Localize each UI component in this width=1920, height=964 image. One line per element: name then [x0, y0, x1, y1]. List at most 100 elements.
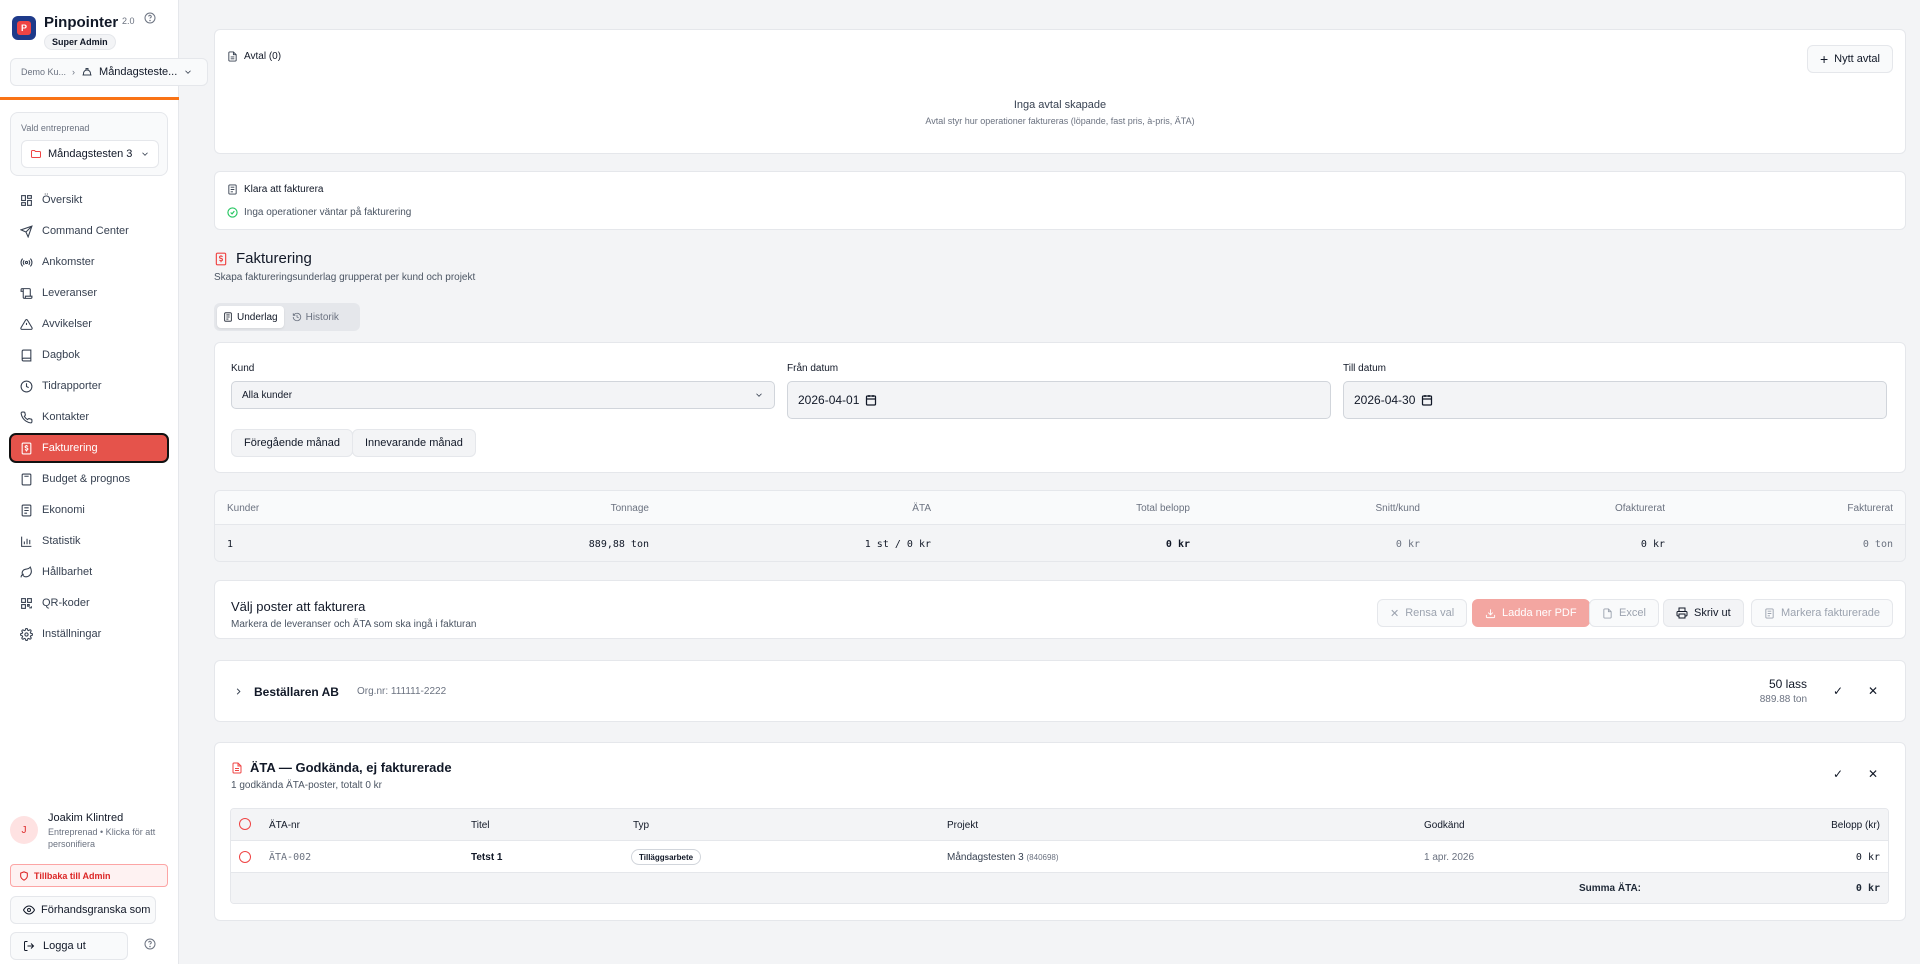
avatar: J: [10, 816, 38, 844]
nav-item-avvikelser[interactable]: Avvikelser: [10, 310, 168, 338]
nav-item-hallbarhet[interactable]: Hållbarhet: [10, 558, 168, 586]
nav-item-budget[interactable]: Budget & prognos: [10, 465, 168, 493]
nav-item-command-center[interactable]: Command Center: [10, 217, 168, 245]
stats-header-kunder: Kunder: [227, 503, 260, 514]
deselect-all-close-icon[interactable]: ✕: [1868, 767, 1878, 781]
app-logo: P: [12, 16, 36, 40]
ata-title-text: ÄTA — Godkända, ej fakturerade: [250, 760, 452, 775]
nav-item-ekonomi[interactable]: Ekonomi: [10, 496, 168, 524]
clear-selection-button[interactable]: ✕ Rensa val: [1377, 599, 1468, 627]
current-month-button[interactable]: Innevarande månad: [352, 429, 476, 457]
deselect-all-close-icon[interactable]: ✕: [1868, 684, 1878, 698]
previous-month-label: Föregående månad: [244, 437, 341, 449]
selected-contract-card: Vald entreprenad Måndagstesten 3: [10, 112, 168, 176]
folder-icon: [31, 150, 41, 158]
select-all-check-icon[interactable]: ✓: [1833, 684, 1843, 698]
back-to-admin-button[interactable]: Tillbaka till Admin: [10, 864, 168, 887]
nav-label: Statistik: [42, 535, 81, 547]
select-all-ata-radio[interactable]: [239, 818, 251, 830]
ata-table: ÄTA-nr Titel Typ Projekt Godkänd Belopp …: [230, 808, 1889, 904]
nav-item-dagbok[interactable]: Dagbok: [10, 341, 168, 369]
nav-item-tidrapporter[interactable]: Tidrapporter: [10, 372, 168, 400]
select-all-check-icon[interactable]: ✓: [1833, 767, 1843, 781]
customer-select[interactable]: Alla kunder: [231, 381, 775, 409]
table-row[interactable]: ÄTA-002 Tetst 1 Tilläggsarbete Måndagste…: [231, 841, 1888, 873]
ata-sum-label: Summa ÄTA:: [1578, 883, 1641, 894]
stats-value-tonnage: 889,88 ton: [588, 539, 649, 550]
logout-button[interactable]: Logga ut: [10, 932, 128, 960]
plus-icon: +: [1819, 51, 1829, 67]
stats-header-snitt: Snitt/kund: [1375, 503, 1420, 514]
stats-table: Kunder Tonnage ÄTA Total belopp Snitt/ku…: [214, 490, 1906, 562]
document-icon: [1603, 607, 1612, 619]
nav-item-fakturering[interactable]: Fakturering: [9, 433, 169, 463]
new-contract-button[interactable]: + Nytt avtal: [1806, 45, 1893, 73]
help-icon[interactable]: [144, 12, 156, 24]
stats-header-row: Kunder Tonnage ÄTA Total belopp Snitt/ku…: [215, 491, 1905, 525]
nav-item-installningar[interactable]: Inställningar: [10, 620, 168, 648]
print-button[interactable]: Skriv ut: [1663, 599, 1744, 627]
billing-title-text: Fakturering: [236, 250, 312, 267]
ata-row-radio[interactable]: [239, 851, 251, 863]
warning-icon: [20, 318, 33, 330]
nav-item-leveranser[interactable]: Leveranser: [10, 279, 168, 307]
nav-item-oversikt[interactable]: Översikt: [10, 186, 168, 214]
stats-value-ofakturerat: 0 kr: [1640, 539, 1665, 550]
billing-tabs: Underlag Historik: [214, 303, 360, 331]
stats-value-kunder: 1: [227, 539, 234, 550]
nav-item-statistik[interactable]: Statistik: [10, 527, 168, 555]
close-icon: ✕: [1390, 607, 1400, 620]
ledger-icon: [224, 312, 232, 322]
send-icon: [20, 224, 33, 238]
chevron-right-icon: ›: [72, 67, 76, 77]
stats-header-ofakturerat: Ofakturerat: [1614, 503, 1665, 514]
nav-item-ankomster[interactable]: Ankomster: [10, 248, 168, 276]
user-card[interactable]: J Joakim Klintred Entreprenad • Klicka f…: [10, 810, 170, 854]
shield-icon: [20, 870, 28, 881]
nav-item-kontakter[interactable]: Kontakter: [10, 403, 168, 431]
ledger-icon: [1765, 607, 1774, 619]
download-pdf-button[interactable]: Ladda ner PDF: [1472, 599, 1590, 627]
nav-label: Fakturering: [42, 442, 98, 454]
stats-value-snitt: 0 kr: [1395, 539, 1420, 550]
mark-invoiced-button[interactable]: Markera fakturerade: [1751, 599, 1894, 627]
chevron-down-icon: [756, 393, 762, 397]
billing-title: Fakturering: [214, 250, 312, 267]
nav-item-qr-koder[interactable]: QR-koder: [10, 589, 168, 617]
nav-label: Kontakter: [42, 411, 90, 423]
ata-row-title: Tetst 1: [471, 852, 503, 863]
ata-header-approved: Godkänd: [1424, 820, 1465, 831]
chevron-down-icon: [185, 70, 192, 74]
excel-button[interactable]: Excel: [1589, 599, 1659, 627]
filters-card: Kund Alla kunder Från datum 2026-04-01 T…: [214, 342, 1906, 473]
stats-value-fakturerat: 0 ton: [1862, 539, 1893, 550]
from-date-input[interactable]: 2026-04-01: [787, 381, 1331, 419]
nav-label: Översikt: [42, 194, 83, 206]
customer-group-card[interactable]: Beställaren AB Org.nr: 111111-2222 50 la…: [214, 660, 1906, 722]
customer-org: Org.nr: 111111-2222: [357, 686, 447, 697]
preview-as-button[interactable]: Förhandsgranska som: [10, 896, 156, 924]
tenant-project-switcher[interactable]: Demo Ku... › Måndagsteste...: [10, 58, 208, 86]
project-name: Måndagsteste...: [99, 66, 178, 78]
stats-value-ata: 1 st / 0 kr: [864, 539, 931, 550]
previous-month-button[interactable]: Föregående månad: [231, 429, 354, 457]
help-icon[interactable]: [144, 938, 156, 950]
clock-icon: [20, 380, 33, 392]
ata-header-title: Titel: [471, 820, 490, 831]
to-date-input[interactable]: 2026-04-30: [1343, 381, 1887, 419]
sidebar: P Pinpointer 2.0 Super Admin Demo Ku... …: [0, 0, 208, 964]
ready-title-text: Klara att fakturera: [244, 184, 324, 195]
eye-icon: [23, 905, 35, 915]
tab-historik[interactable]: Historik: [286, 306, 345, 328]
calendar-icon: [866, 395, 877, 406]
bar-chart-icon: [21, 536, 32, 547]
preview-as-label: Förhandsgranska som: [41, 904, 151, 916]
tab-underlag[interactable]: Underlag: [217, 306, 284, 328]
to-date-label: Till datum: [1343, 363, 1386, 374]
ata-row-project-code: (840698): [1026, 853, 1059, 862]
selected-contract-select[interactable]: Måndagstesten 3: [21, 140, 159, 168]
chevron-right-icon[interactable]: [233, 686, 244, 697]
nav-label: Ankomster: [42, 256, 95, 268]
ata-row-nr: ÄTA-002: [269, 852, 312, 863]
customer-name: Beställaren AB: [254, 685, 339, 699]
